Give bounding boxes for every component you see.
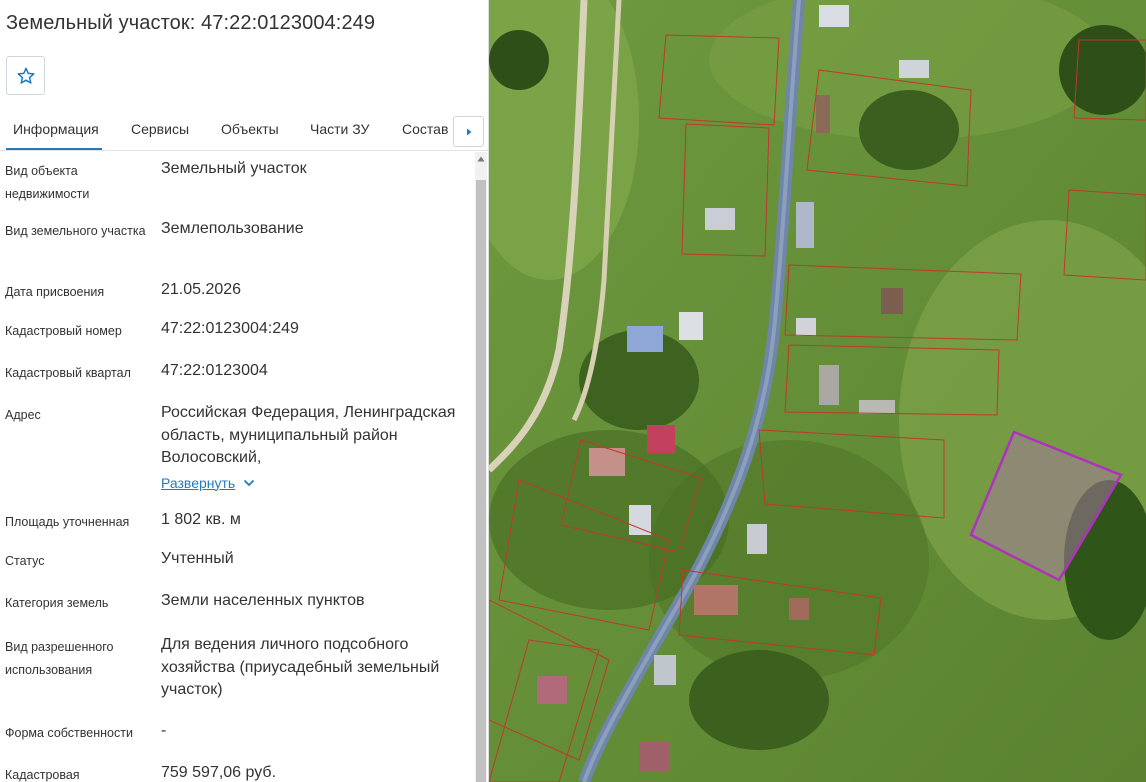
- star-outline-icon: [17, 67, 34, 84]
- tab-services[interactable]: Сервисы: [131, 121, 189, 137]
- tab-bar: Информация Сервисы Объекты Части ЗУ Сост…: [0, 113, 488, 151]
- page-title: Земельный участок: 47:22:0123004:249: [6, 12, 376, 34]
- field-value: Земельный участок: [161, 160, 307, 177]
- field-value: 47:22:0123004:249: [161, 320, 299, 337]
- field-label: Вид земельного участка: [5, 224, 146, 238]
- active-tab-indicator: [6, 148, 102, 150]
- tab-objects[interactable]: Объекты: [221, 121, 279, 137]
- field-label: Площадь уточненная: [5, 515, 130, 529]
- field-label: Категория земель: [5, 596, 109, 610]
- field-value: 759 597,06 руб.: [161, 764, 277, 781]
- map-canvas[interactable]: [489, 0, 1146, 782]
- field-label: Кадастровый квартал: [5, 366, 131, 380]
- scroll-thumb[interactable]: [476, 180, 486, 782]
- chevron-down-icon: [244, 479, 255, 487]
- tab-parts[interactable]: Части ЗУ: [310, 121, 369, 137]
- address-block: Российская Федерация, Ленинградская обла…: [161, 402, 461, 495]
- satellite-map[interactable]: [489, 0, 1146, 782]
- field-value: -: [161, 722, 167, 739]
- field-label: Форма собственности: [5, 726, 133, 740]
- info-list: Вид объекта недвижимости Земельный участ…: [0, 152, 488, 782]
- triangle-up-icon: [477, 156, 485, 162]
- address-value: Российская Федерация, Ленинградская обла…: [161, 404, 456, 466]
- field-label: Дата присвоения: [5, 285, 105, 299]
- field-value: 1 802 кв. м: [161, 511, 241, 528]
- field-label: Вид объекта недвижимости: [5, 164, 90, 201]
- field-value: Земли населенных пунктов: [161, 592, 365, 609]
- tab-composition[interactable]: Состав: [402, 121, 448, 137]
- field-label: Вид разрешенного использования: [5, 640, 114, 677]
- tab-info[interactable]: Информация: [13, 121, 99, 137]
- expand-label: Развернуть: [161, 474, 236, 491]
- field-label: Кадастровый номер: [5, 324, 122, 338]
- chevron-right-icon: [466, 128, 471, 135]
- favorite-button[interactable]: [6, 56, 45, 95]
- field-value: Землепользование: [161, 220, 304, 237]
- info-panel: Земельный участок: 47:22:0123004:249 Инф…: [0, 0, 489, 782]
- tabs-next-button[interactable]: [453, 116, 484, 147]
- field-value: Учтенный: [161, 550, 234, 567]
- vertical-scrollbar[interactable]: [475, 152, 487, 782]
- field-label: Кадастровая: [5, 768, 80, 782]
- scroll-up-button[interactable]: [475, 152, 487, 166]
- field-label: Статус: [5, 554, 45, 568]
- field-value: 21.05.2026: [161, 281, 242, 298]
- expand-address-link[interactable]: Развернуть: [161, 472, 255, 495]
- field-label: Адрес: [5, 408, 41, 422]
- field-value: Для ведения личного подсобного хозяйства…: [161, 636, 440, 698]
- field-value: 47:22:0123004: [161, 362, 268, 379]
